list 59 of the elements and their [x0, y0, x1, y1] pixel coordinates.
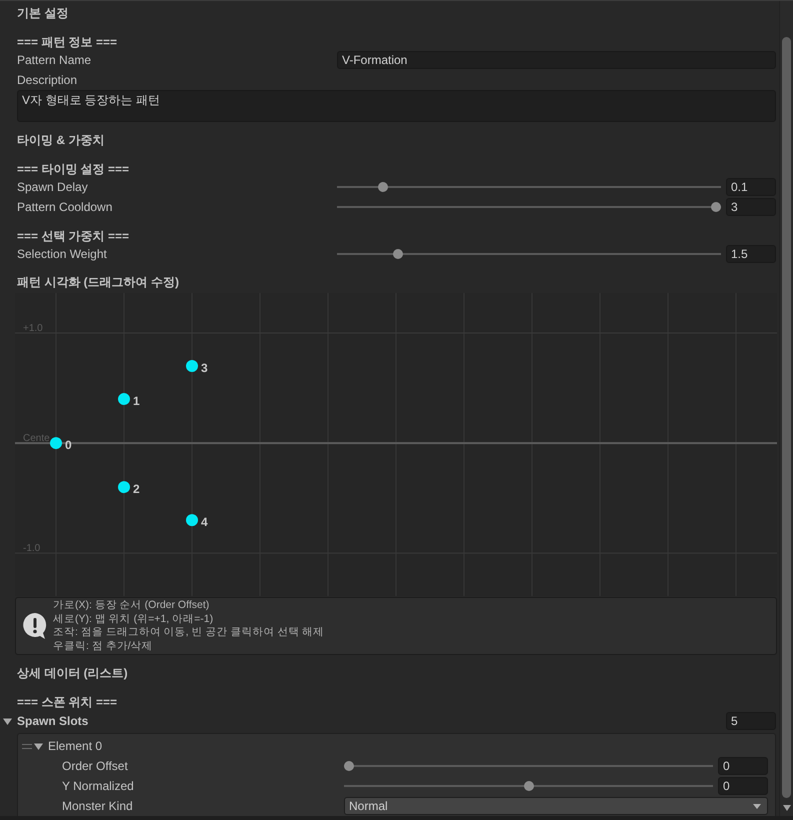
scrollbar-thumb[interactable] [782, 37, 791, 798]
point-label: 2 [133, 482, 140, 496]
field-label: Order Offset [61, 759, 129, 773]
warning-icon [22, 612, 48, 640]
section-title: 패턴 시각화 (드래그하여 수정) [17, 274, 180, 291]
point-marker[interactable] [118, 393, 130, 406]
slider-thumb[interactable] [393, 249, 404, 259]
help-text: 세로(Y): 맵 위치 (위=+1, 아래=-1) [53, 612, 214, 626]
slider-thumb[interactable] [524, 781, 534, 791]
slider-thumb[interactable] [378, 182, 388, 192]
number-field[interactable]: 0.1 [726, 178, 776, 196]
expand-arrow-icon[interactable] [34, 742, 43, 750]
point-label: 0 [65, 438, 72, 452]
point-label: 1 [133, 394, 140, 408]
section-title: 상세 데이터 (리스트) [17, 665, 129, 682]
point-marker[interactable] [186, 514, 198, 526]
slider-track[interactable] [344, 761, 713, 771]
section-title: 타이밍 & 가중치 [17, 132, 106, 149]
field-label: Description [17, 73, 78, 87]
field-label: Monster Kind [61, 799, 134, 813]
group-header: === 스폰 위치 === [17, 694, 118, 710]
number-field[interactable]: 5 [726, 712, 776, 730]
number-field[interactable]: 3 [726, 198, 776, 216]
point-marker[interactable] [186, 360, 198, 372]
slider-thumb[interactable] [711, 202, 721, 212]
field-label: Pattern Cooldown [17, 200, 114, 214]
number-field[interactable]: 0 [718, 757, 768, 775]
field-label: Pattern Name [17, 53, 92, 67]
group-header: === 패턴 정보 === [17, 34, 118, 50]
dropdown[interactable]: Normal [344, 797, 768, 815]
slider-track[interactable] [337, 202, 721, 212]
field-label: Y Normalized [61, 779, 135, 793]
slider-track[interactable] [344, 781, 713, 791]
element-label[interactable]: Element 0 [48, 739, 102, 753]
slider-thumb[interactable] [344, 761, 354, 771]
field-label: Selection Weight [17, 247, 108, 261]
section-title: 기본 설정 [17, 5, 70, 22]
point-label: 4 [201, 515, 208, 530]
scrollbar[interactable] [779, 1, 793, 816]
point-marker[interactable] [118, 481, 130, 494]
point-marker[interactable] [50, 437, 62, 450]
help-text: 우클릭: 점 추가/삭제 [53, 640, 154, 653]
field-label: Spawn Delay [17, 180, 89, 194]
expand-arrow-icon[interactable] [3, 716, 12, 726]
help-text: 가로(X): 등장 순서 (Order Offset) [53, 599, 210, 612]
point-label: 3 [201, 361, 208, 376]
slider-track[interactable] [337, 249, 721, 259]
drag-handle-icon[interactable] [22, 744, 32, 748]
dropdown-arrow-icon [753, 804, 761, 808]
list-label[interactable]: Spawn Slots [17, 714, 726, 728]
text-field[interactable]: V-Formation [337, 51, 776, 69]
group-header: === 선택 가중치 === [17, 228, 130, 244]
number-field[interactable]: 1.5 [726, 245, 776, 263]
text-area[interactable]: V자 형태로 등장하는 패턴 [17, 90, 776, 122]
group-header: === 타이밍 설정 === [17, 161, 130, 177]
help-text: 조작: 점을 드래그하여 이동, 빈 공간 클릭하여 선택 해제 [53, 626, 324, 640]
scroll-down-icon[interactable] [783, 805, 791, 811]
slider-track[interactable] [337, 182, 721, 192]
number-field[interactable]: 0 [718, 777, 768, 795]
